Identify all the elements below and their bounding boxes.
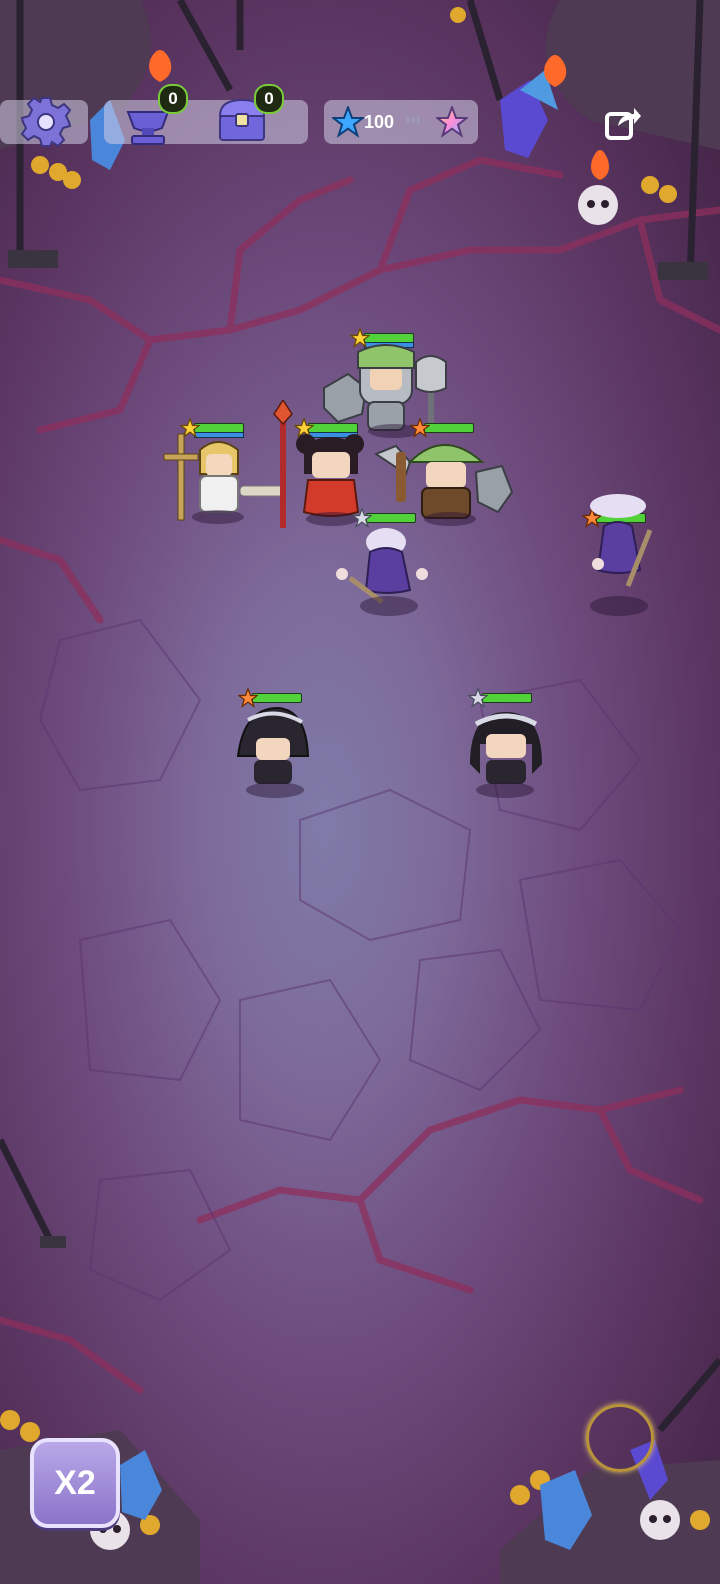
unit-witch-right[interactable] [456, 686, 556, 801]
unit-shadow [590, 596, 648, 616]
unit-ghost-left[interactable] [330, 508, 440, 625]
gear-icon[interactable] [20, 96, 72, 148]
health-bar [252, 693, 302, 703]
witch-sprite [470, 712, 542, 784]
star-icon [332, 106, 364, 138]
star-icon [436, 106, 468, 138]
speed-x2-button[interactable]: X2 [30, 1438, 120, 1528]
health-bar [366, 513, 416, 523]
share-icon[interactable] [604, 104, 642, 142]
target-ring-icon[interactable] [586, 1404, 654, 1472]
unit-ghost-right[interactable] [570, 490, 670, 620]
unit-shadow [246, 782, 304, 798]
chest-count-badge: 0 [254, 84, 284, 114]
unit-shadow [360, 596, 418, 616]
witch-sprite [236, 706, 310, 784]
trophy-count-badge: 0 [158, 84, 188, 114]
star-points: 100 [364, 112, 395, 132]
top-decoration [0, 0, 720, 281]
unit-shadow [476, 782, 534, 798]
unit-witch-left[interactable] [228, 686, 318, 801]
health-bar [482, 693, 532, 703]
progress-arrows: ››› [405, 111, 421, 128]
ghost-sprite [590, 494, 653, 587]
unit-shadow [192, 510, 244, 524]
